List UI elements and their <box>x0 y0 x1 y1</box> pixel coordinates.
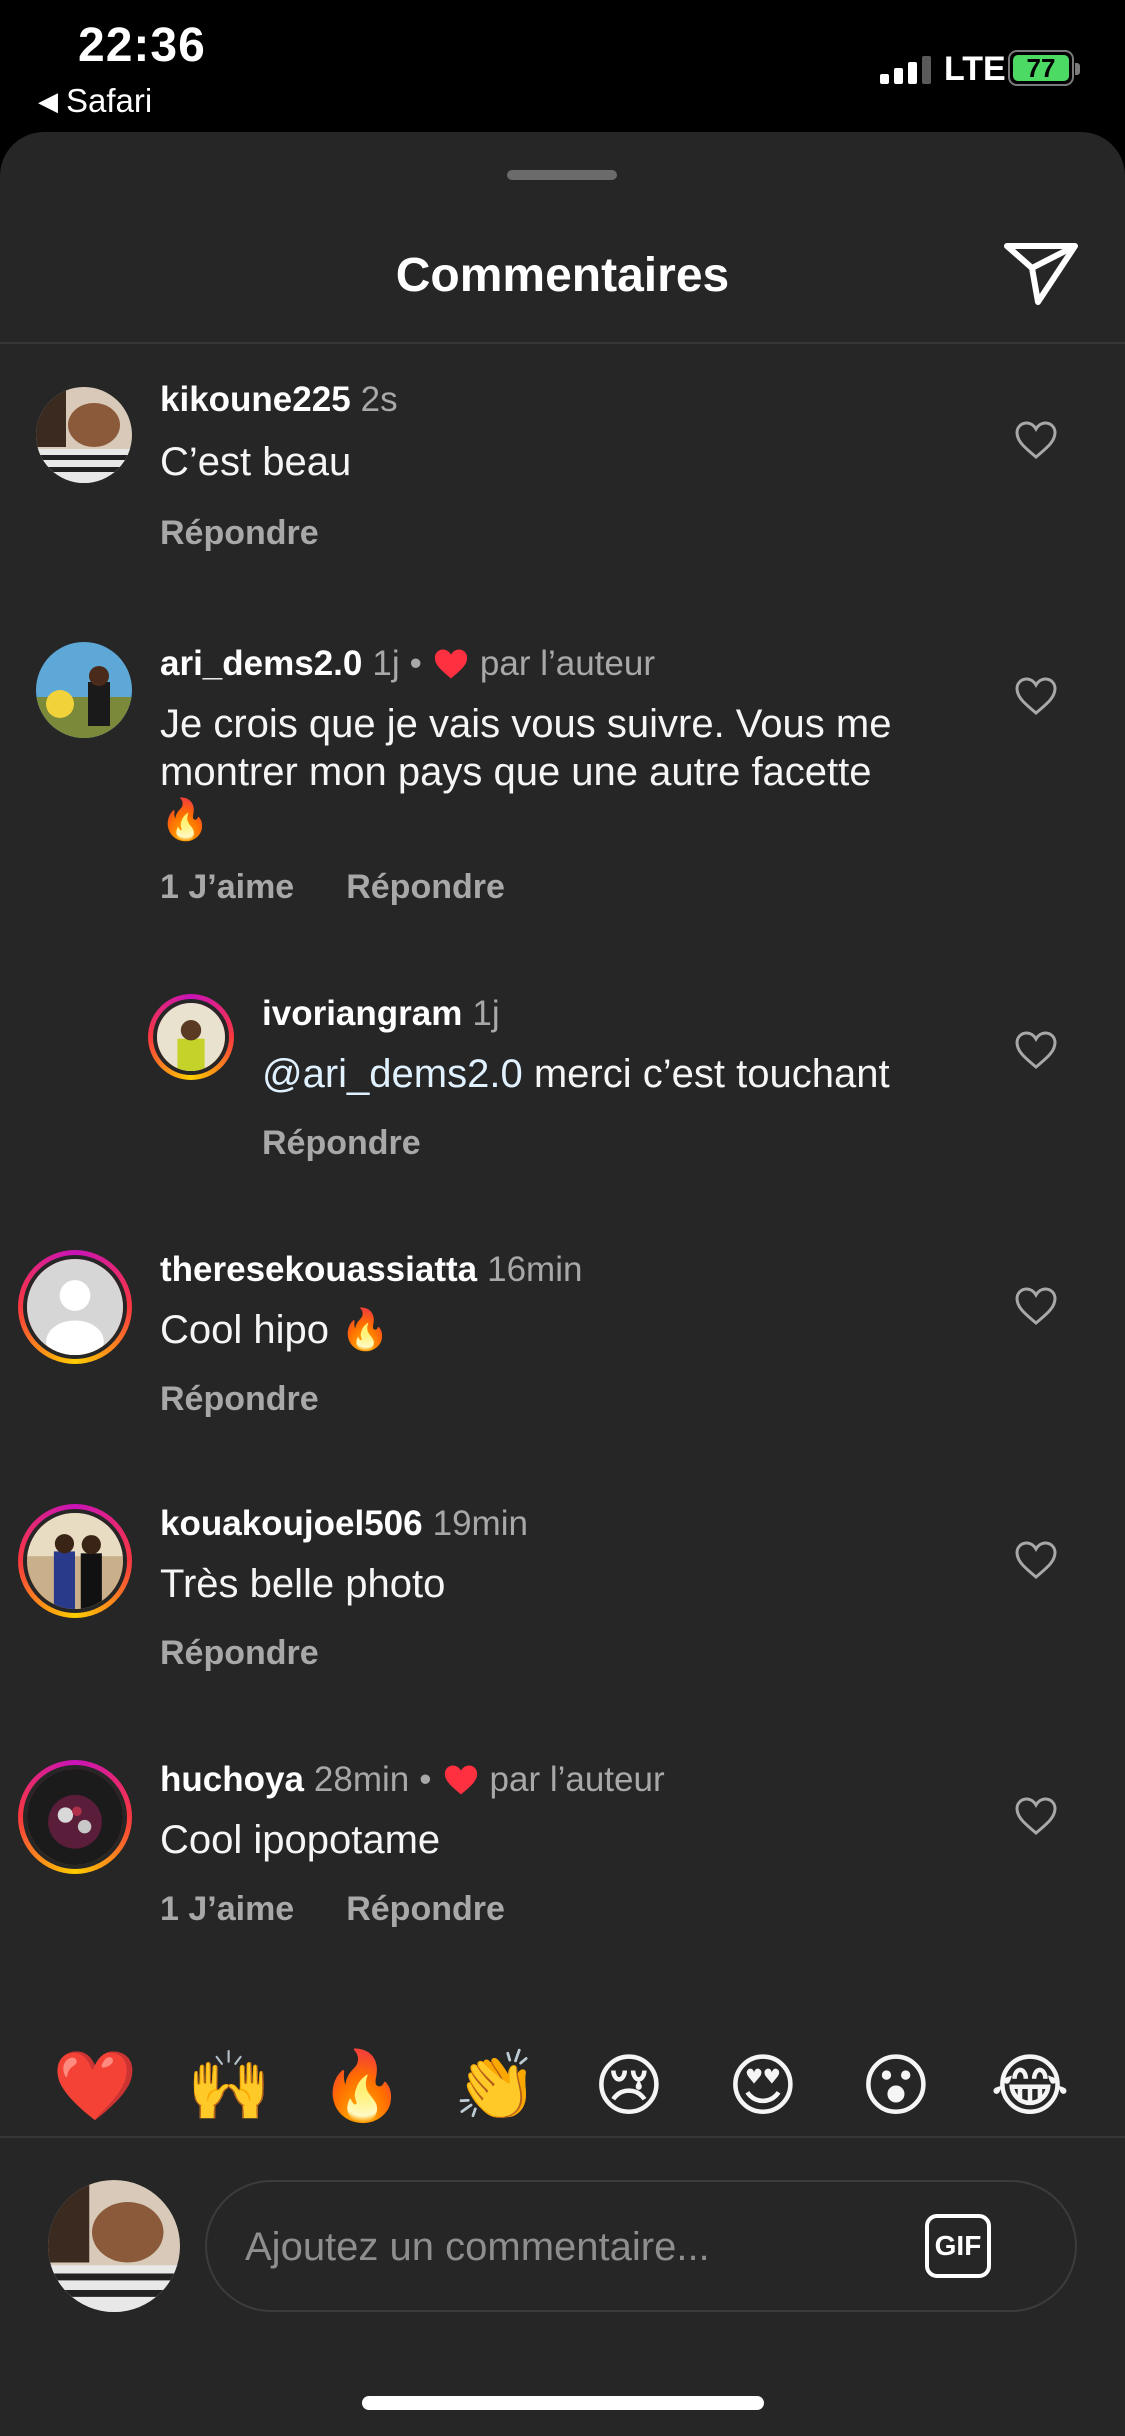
comment-text: Cool hipo 🔥 <box>160 1308 390 1352</box>
comment-text: C’est beau <box>160 440 352 484</box>
author-liked-heart-icon <box>442 1763 480 1797</box>
like-heart-icon[interactable] <box>1014 1796 1058 1836</box>
comment-username[interactable]: kouakoujoel506 <box>160 1504 423 1544</box>
comment-actions: Répondre <box>160 514 319 553</box>
current-user-avatar <box>48 2180 180 2312</box>
back-app-label: Safari <box>66 82 153 119</box>
comment-meta: ivoriangram 1j <box>262 994 500 1034</box>
mention-link[interactable]: @ari_dems2.0 <box>262 1052 523 1096</box>
comment-time: 16min <box>487 1250 583 1289</box>
reaction-raised-hands-button[interactable]: 🙌 <box>184 2046 274 2126</box>
reply-button[interactable]: Répondre <box>160 514 319 553</box>
header-divider <box>0 342 1125 344</box>
page-title: Commentaires <box>395 249 730 302</box>
comment-username[interactable]: theresekouassiatta <box>160 1250 477 1290</box>
network-type: LTE <box>944 50 1006 88</box>
comments-sheet: Commentaires kikoune225 2s C’est beau Ré… <box>0 132 1125 2436</box>
back-to-safari-link[interactable]: ◀ Safari <box>38 82 152 120</box>
likes-count-button[interactable]: 1 J’aime <box>160 1890 294 1929</box>
comment-username[interactable]: ari_dems2.0 <box>160 644 362 684</box>
battery-icon: 77 <box>1008 50 1080 86</box>
comment-time: 2s <box>360 380 398 419</box>
comment-text-line: montrer mon pays que une autre facette <box>160 750 872 794</box>
battery-level: 77 <box>1013 53 1069 83</box>
reaction-heart-button[interactable]: ❤️ <box>50 2046 140 2126</box>
avatar[interactable] <box>18 1250 132 1364</box>
liked-by-author-label: par l’auteur <box>479 644 655 683</box>
comment-meta: kouakoujoel506 19min <box>160 1504 528 1544</box>
reaction-heart-eyes-button[interactable]: 😍 <box>718 2046 808 2126</box>
like-heart-icon[interactable] <box>1014 1286 1058 1326</box>
home-indicator[interactable] <box>362 2396 764 2410</box>
avatar[interactable] <box>36 642 132 738</box>
comment-meta: kikoune225 2s <box>160 380 398 420</box>
share-send-icon[interactable] <box>1002 238 1080 308</box>
liked-by-author-label: par l’auteur <box>489 1760 665 1799</box>
comment-text: Je crois que je vais vous suivre. Vous m… <box>160 700 891 844</box>
back-triangle-icon: ◀ <box>38 85 58 116</box>
comment-composer: GIF <box>205 2180 1077 2312</box>
comment-actions: Répondre <box>160 1380 319 1419</box>
comment-actions: 1 J’aime Répondre <box>160 1890 505 1929</box>
reply-button[interactable]: Répondre <box>262 1124 421 1163</box>
comment-text-line: 🔥 <box>160 798 210 842</box>
comment-text: @ari_dems2.0 merci c’est touchant <box>262 1050 890 1098</box>
comment-meta: ari_dems2.0 1j • par l’auteur <box>160 644 655 684</box>
reaction-fire-button[interactable]: 🔥 <box>317 2046 407 2126</box>
comment-meta: huchoya 28min • par l’auteur <box>160 1760 665 1800</box>
reply-button[interactable]: Répondre <box>160 1634 319 1673</box>
like-heart-icon[interactable] <box>1014 1030 1058 1070</box>
comment-time: 19min <box>432 1504 528 1543</box>
reply-button[interactable]: Répondre <box>346 1890 505 1929</box>
reaction-laughing-button[interactable]: 😂 <box>985 2046 1075 2126</box>
comment-time: 28min <box>313 1760 410 1799</box>
avatar[interactable] <box>18 1504 132 1618</box>
reaction-crying-button[interactable]: 😢 <box>584 2046 674 2126</box>
likes-count-button[interactable]: 1 J’aime <box>160 868 294 907</box>
comment-text-line: Je crois que je vais vous suivre. Vous m… <box>160 702 892 746</box>
clock-time: 22:36 <box>78 19 206 72</box>
comment-input[interactable] <box>245 2212 885 2282</box>
reaction-clap-button[interactable]: 👏 <box>451 2046 541 2126</box>
comment-time: 1j <box>372 644 400 683</box>
reactions-divider <box>0 2136 1125 2138</box>
avatar[interactable] <box>36 387 132 483</box>
comment-actions: 1 J’aime Répondre <box>160 868 505 907</box>
reply-button[interactable]: Répondre <box>160 1380 319 1419</box>
like-heart-icon[interactable] <box>1014 676 1058 716</box>
status-bar: 22:36 ◀ Safari LTE 77 <box>0 0 1125 135</box>
cellular-signal-icon <box>880 52 931 84</box>
like-heart-icon[interactable] <box>1014 420 1058 460</box>
sheet-grabber-handle[interactable] <box>507 170 617 180</box>
comment-text: Cool ipopotame <box>160 1818 441 1862</box>
comment-meta: theresekouassiatta 16min <box>160 1250 582 1290</box>
comment-username[interactable]: ivoriangram <box>262 994 462 1034</box>
comment-actions: Répondre <box>262 1124 421 1163</box>
comment-time: 1j <box>472 994 500 1033</box>
comment-username[interactable]: huchoya <box>160 1760 304 1800</box>
reaction-surprised-button[interactable]: 😮 <box>851 2046 941 2126</box>
comment-username[interactable]: kikoune225 <box>160 380 351 420</box>
avatar[interactable] <box>18 1760 132 1874</box>
reply-button[interactable]: Répondre <box>346 868 505 907</box>
comment-actions: Répondre <box>160 1634 319 1673</box>
author-liked-heart-icon <box>432 647 470 681</box>
comment-text-body: merci c’est touchant <box>522 1052 890 1096</box>
avatar[interactable] <box>148 994 234 1080</box>
like-heart-icon[interactable] <box>1014 1540 1058 1580</box>
comment-text: Très belle photo <box>160 1562 446 1606</box>
gif-button[interactable]: GIF <box>925 2214 991 2278</box>
